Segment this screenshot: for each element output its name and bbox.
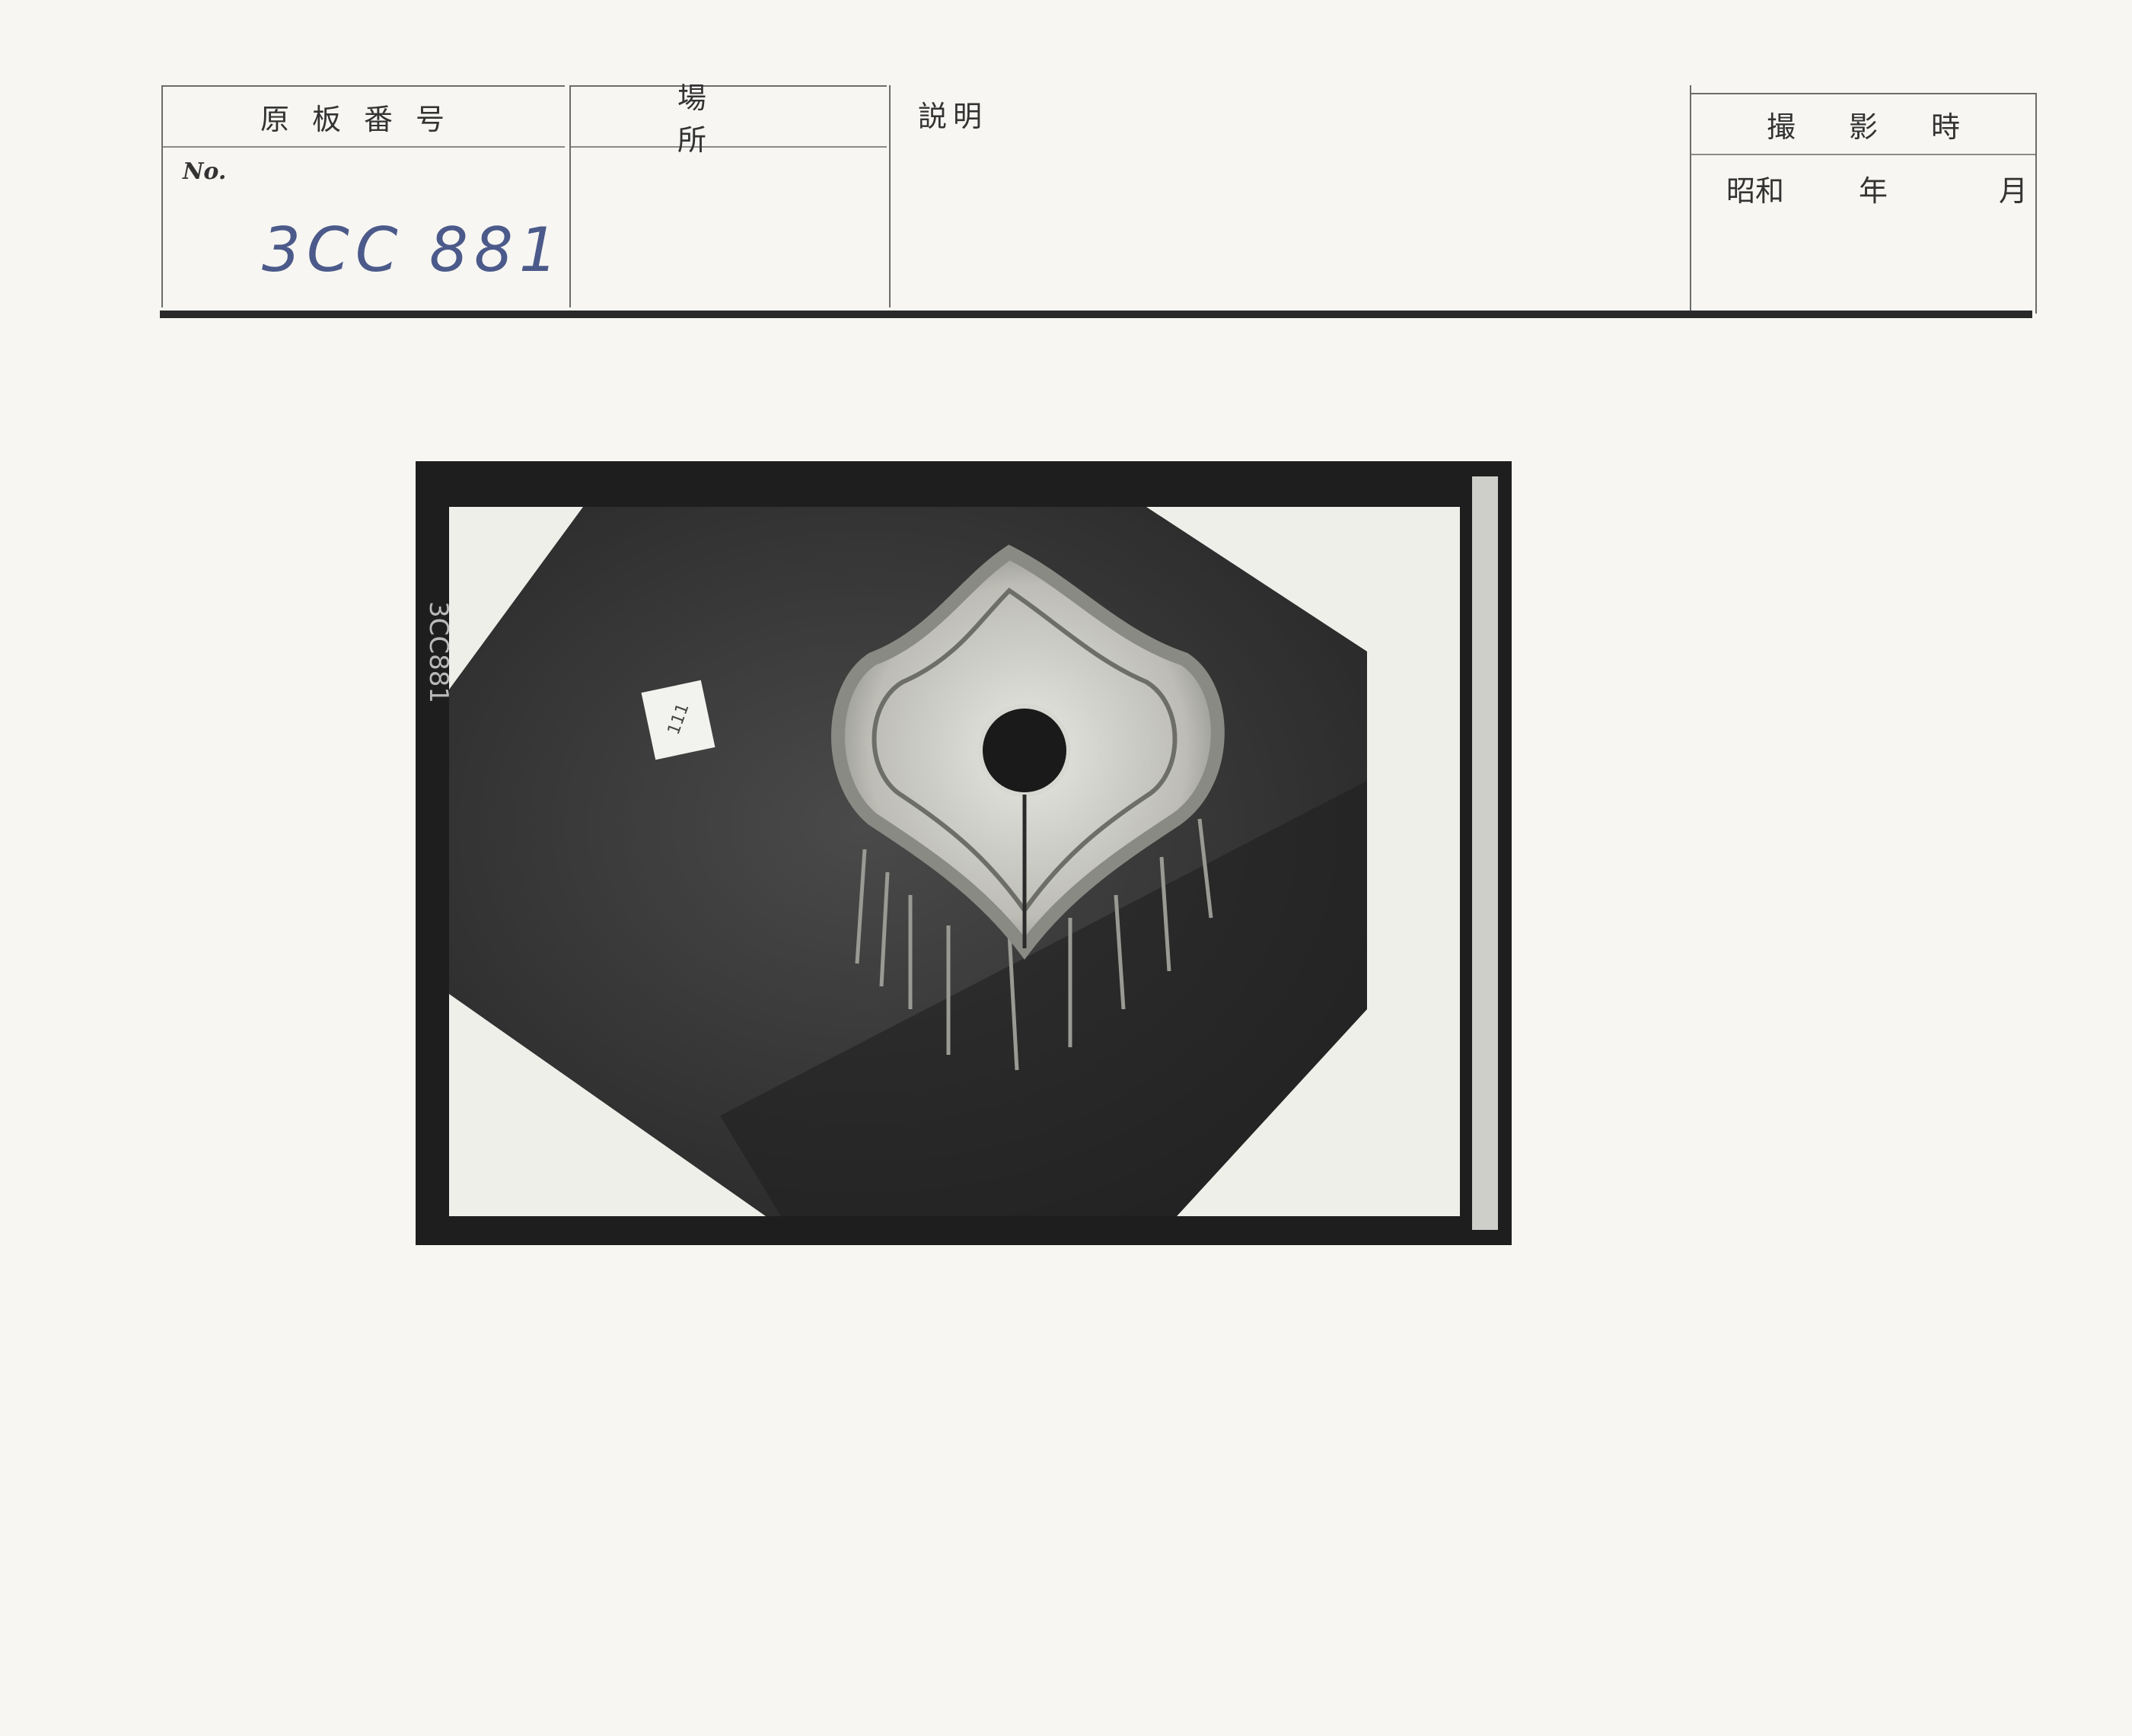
- negative-number-cell: 原板番号 No. 3CC 881: [161, 85, 565, 307]
- negative-number-header: 原板番号: [163, 85, 565, 148]
- edge-number: 3CC881: [423, 601, 454, 704]
- date-year: 年: [1859, 174, 1888, 208]
- number-label: No.: [183, 158, 227, 185]
- date-month: 月: [1999, 174, 2028, 208]
- header-rule: [160, 311, 2032, 318]
- photo-print: 111: [416, 461, 1512, 1245]
- date-era: 昭和: [1726, 174, 1785, 208]
- collar-neck-hole: [978, 704, 1071, 797]
- date-cell: 撮影時 昭和 年 月: [1690, 93, 2037, 314]
- archive-card: 原板番号 No. 3CC 881 場所 説明 撮影時 昭和 年 月 111 3C…: [0, 0, 2132, 1736]
- place-header: 場所: [571, 81, 887, 157]
- record-form: 原板番号 No. 3CC 881 場所 説明 撮影時 昭和 年 月: [160, 81, 2037, 314]
- embroidered-collar-photo: 111: [416, 461, 1512, 1245]
- negative-number-value: 3CC 881: [262, 215, 564, 285]
- date-row: 昭和 年 月: [1691, 167, 2035, 213]
- description-header: 説明: [918, 100, 989, 133]
- date-header: 撮影時: [1691, 93, 2035, 155]
- place-cell: 場所: [569, 81, 887, 307]
- description-cell: 説明: [889, 85, 1691, 307]
- film-edge: [1472, 476, 1498, 1230]
